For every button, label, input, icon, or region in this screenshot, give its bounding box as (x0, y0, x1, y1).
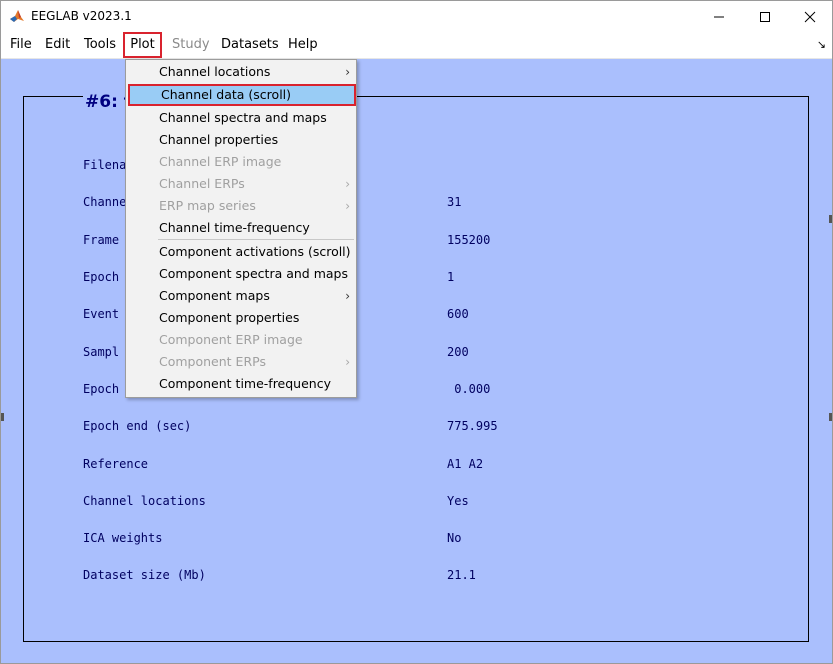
menu-item-channel-erps[interactable]: Channel ERPs › (126, 173, 356, 195)
menu-separator (158, 239, 354, 240)
menu-item-component-spectra-maps[interactable]: Component spectra and maps (126, 263, 356, 285)
menu-plot[interactable]: Plot (123, 32, 162, 58)
menu-item-channel-spectra-maps[interactable]: Channel spectra and maps (126, 107, 356, 129)
info-label-events: Event (83, 307, 120, 321)
menu-tools[interactable]: Tools (82, 32, 118, 58)
eeglab-window: EEGLAB v2023.1 File Edit Tools Plot Stud… (0, 0, 833, 664)
info-label-reference: Reference (83, 457, 149, 471)
right-edge-tick-lower (829, 413, 832, 421)
info-label-ica-weights: ICA weights (83, 531, 163, 545)
plot-menu-dropdown: Channel locations › Channel data (scroll… (125, 59, 357, 398)
info-label-sampling-rate: Sampl (83, 345, 120, 359)
submenu-arrow-icon: › (345, 65, 350, 79)
info-value-frames: 155200 (447, 233, 491, 247)
info-value-channel-locations: Yes (447, 494, 469, 508)
menu-item-channel-erp-image[interactable]: Channel ERP image (126, 151, 356, 173)
info-value-events: 600 (447, 307, 469, 321)
menu-item-channel-properties[interactable]: Channel properties (126, 129, 356, 151)
info-value-reference: A1 A2 (447, 457, 484, 471)
maximize-button[interactable] (742, 1, 788, 32)
info-value-channels: 31 (447, 195, 462, 209)
menu-item-component-properties[interactable]: Component properties (126, 307, 356, 329)
right-edge-tick-upper (829, 215, 832, 223)
info-label-epochs: Epoch (83, 270, 120, 284)
info-label-epoch-end: Epoch end (sec) (83, 419, 192, 433)
menu-datasets[interactable]: Datasets (219, 32, 281, 58)
title-bar: EEGLAB v2023.1 (1, 1, 832, 32)
menu-item-component-activations-scroll[interactable]: Component activations (scroll) (126, 241, 356, 263)
info-value-sampling-rate: 200 (447, 345, 469, 359)
window-title: EEGLAB v2023.1 (31, 9, 132, 23)
info-value-dataset-size: 21.1 (447, 568, 476, 582)
info-value-ica-weights: No (447, 531, 462, 545)
menu-edit[interactable]: Edit (43, 32, 72, 58)
menu-item-channel-time-frequency[interactable]: Channel time-frequency (126, 217, 356, 239)
menu-item-component-maps[interactable]: Component maps › (126, 285, 356, 307)
menu-file[interactable]: File (8, 32, 34, 58)
menu-item-erp-map-series[interactable]: ERP map series › (126, 195, 356, 217)
menu-item-channel-locations[interactable]: Channel locations › (126, 61, 356, 83)
menu-item-component-erp-image[interactable]: Component ERP image (126, 329, 356, 351)
info-label-dataset-size: Dataset size (Mb) (83, 568, 206, 582)
submenu-arrow-icon: › (345, 199, 350, 213)
info-label-frames: Frame (83, 233, 120, 247)
submenu-arrow-icon: › (345, 177, 350, 191)
dock-arrow-icon[interactable]: ↘ (817, 38, 826, 51)
minimize-button[interactable] (696, 1, 742, 32)
menu-help[interactable]: Help (286, 32, 320, 58)
maximize-icon (760, 11, 770, 22)
submenu-arrow-icon: › (345, 355, 350, 369)
left-edge-tick (1, 413, 4, 421)
menu-item-channel-data-scroll[interactable]: Channel data (scroll) (128, 84, 356, 106)
info-value-epoch-end: 775.995 (447, 419, 498, 433)
menu-study[interactable]: Study (170, 32, 212, 58)
matlab-icon (9, 8, 25, 24)
info-label-epoch-start: Epoch (83, 382, 120, 396)
submenu-arrow-icon: › (345, 289, 350, 303)
info-label-filename: Filena (83, 158, 127, 172)
info-label-channels: Channe (83, 195, 127, 209)
minimize-icon (714, 16, 724, 17)
menu-bar: File Edit Tools Plot Study Datasets Help… (1, 32, 832, 59)
close-icon (804, 11, 816, 22)
menu-item-component-time-frequency[interactable]: Component time-frequency (126, 373, 356, 395)
close-button[interactable] (787, 1, 833, 32)
info-label-channel-locations: Channel locations (83, 494, 206, 508)
info-value-epochs: 1 (447, 270, 455, 284)
info-value-epoch-start: 0.000 (447, 382, 491, 396)
menu-item-component-erps[interactable]: Component ERPs › (126, 351, 356, 373)
